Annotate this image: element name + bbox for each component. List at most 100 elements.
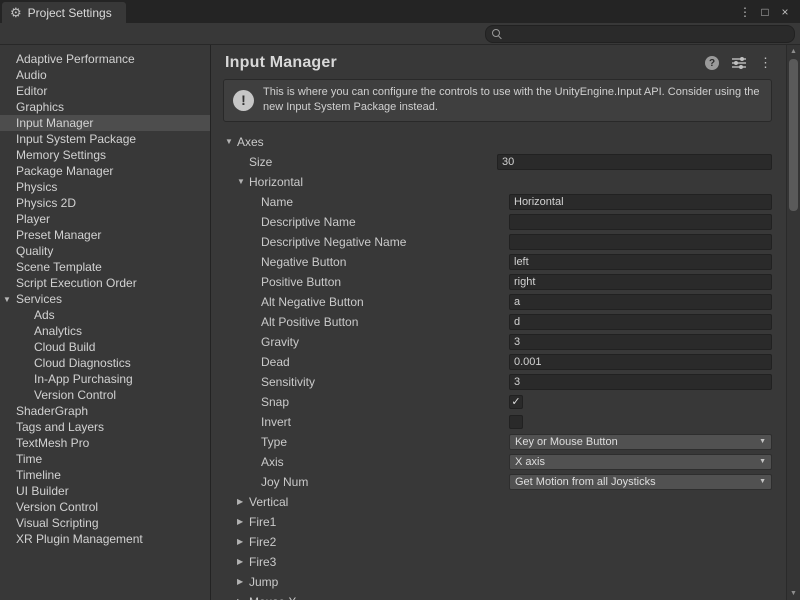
- sidebar-item-visual-scripting[interactable]: Visual Scripting: [0, 515, 210, 531]
- sidebar-item-textmesh-pro[interactable]: TextMesh Pro: [0, 435, 210, 451]
- sensitivity-input[interactable]: [509, 374, 772, 390]
- sidebar-item-xr-plugin-management[interactable]: XR Plugin Management: [0, 531, 210, 547]
- scroll-down-icon[interactable]: ▼: [787, 587, 800, 600]
- foldout-collapsed-icon[interactable]: ▶: [237, 537, 249, 546]
- field-label: Descriptive Name: [261, 215, 356, 229]
- joy-num-dropdown[interactable]: Get Motion from all Joysticks▼: [509, 474, 772, 490]
- sidebar-item-scene-template[interactable]: Scene Template: [0, 259, 210, 275]
- sidebar-item-cloud-diagnostics[interactable]: Cloud Diagnostics: [0, 355, 210, 371]
- sidebar-item-ads[interactable]: Ads: [0, 307, 210, 323]
- presets-icon[interactable]: [732, 57, 746, 69]
- sidebar-item-quality[interactable]: Quality: [0, 243, 210, 259]
- inspector-row-mouse-x: ▶Mouse X: [223, 592, 772, 600]
- type-dropdown[interactable]: Key or Mouse Button▼: [509, 434, 772, 450]
- foldout-collapsed-icon[interactable]: ▶: [237, 557, 249, 566]
- sidebar-item-label: Editor: [16, 84, 47, 98]
- sidebar-item-ui-builder[interactable]: UI Builder: [0, 483, 210, 499]
- sidebar-item-graphics[interactable]: Graphics: [0, 99, 210, 115]
- invert-checkbox[interactable]: [509, 415, 523, 429]
- sidebar-item-services[interactable]: ▼Services: [0, 291, 210, 307]
- field-label: Fire3: [249, 555, 276, 569]
- foldout-expanded-icon[interactable]: ▼: [3, 295, 11, 304]
- inspector-row-axes: ▼Axes: [223, 132, 772, 152]
- sidebar-item-physics[interactable]: Physics: [0, 179, 210, 195]
- sidebar-item-editor[interactable]: Editor: [0, 83, 210, 99]
- search-box[interactable]: [485, 25, 795, 43]
- descriptive-name-input[interactable]: [509, 214, 772, 230]
- sidebar-item-preset-manager[interactable]: Preset Manager: [0, 227, 210, 243]
- inspector-row-axis: AxisX axis▼: [223, 452, 772, 472]
- inspector-row-fire1: ▶Fire1: [223, 512, 772, 532]
- gravity-input[interactable]: [509, 334, 772, 350]
- positive-button-input[interactable]: [509, 274, 772, 290]
- sidebar-item-timeline[interactable]: Timeline: [0, 467, 210, 483]
- window-menu-icon[interactable]: ⋮: [736, 5, 754, 19]
- field-label: Joy Num: [261, 475, 308, 489]
- sidebar-item-cloud-build[interactable]: Cloud Build: [0, 339, 210, 355]
- sidebar-item-label: Version Control: [16, 500, 98, 514]
- field-label: Horizontal: [249, 175, 303, 189]
- search-input[interactable]: [508, 27, 788, 41]
- negative-button-input[interactable]: [509, 254, 772, 270]
- sidebar-item-input-manager[interactable]: Input Manager: [0, 115, 210, 131]
- help-icon[interactable]: ?: [705, 56, 719, 70]
- sidebar-item-label: Time: [16, 452, 42, 466]
- titlebar: ⚙ Project Settings ⋮ □ ×: [0, 0, 800, 23]
- sidebar-item-label: Input Manager: [16, 116, 93, 130]
- close-icon[interactable]: ×: [776, 5, 794, 19]
- sidebar-item-input-system-package[interactable]: Input System Package: [0, 131, 210, 147]
- sidebar-item-version-control[interactable]: Version Control: [0, 387, 210, 403]
- foldout-collapsed-icon[interactable]: ▶: [237, 517, 249, 526]
- vertical-scrollbar[interactable]: ▲ ▼: [786, 45, 800, 600]
- sidebar-item-label: Quality: [16, 244, 53, 258]
- sidebar-item-label: UI Builder: [16, 484, 69, 498]
- context-menu-icon[interactable]: ⋮: [759, 55, 772, 71]
- snap-checkbox[interactable]: ✓: [509, 395, 523, 409]
- axis-dropdown[interactable]: X axis▼: [509, 454, 772, 470]
- descriptive-negative-name-input[interactable]: [509, 234, 772, 250]
- sidebar-item-tags-and-layers[interactable]: Tags and Layers: [0, 419, 210, 435]
- sidebar-item-label: Preset Manager: [16, 228, 101, 242]
- sidebar-item-label: Physics: [16, 180, 57, 194]
- sidebar-item-label: Script Execution Order: [16, 276, 137, 290]
- alt-negative-button-input[interactable]: [509, 294, 772, 310]
- dropdown-selected-value: Key or Mouse Button: [515, 436, 618, 448]
- sidebar-item-label: Ads: [34, 308, 55, 322]
- sidebar-item-shadergraph[interactable]: ShaderGraph: [0, 403, 210, 419]
- scrollbar-track[interactable]: [787, 58, 800, 587]
- sidebar-item-memory-settings[interactable]: Memory Settings: [0, 147, 210, 163]
- sidebar-item-time[interactable]: Time: [0, 451, 210, 467]
- sidebar-item-analytics[interactable]: Analytics: [0, 323, 210, 339]
- size-input[interactable]: [497, 154, 772, 170]
- sidebar-item-label: Graphics: [16, 100, 64, 114]
- scroll-up-icon[interactable]: ▲: [787, 45, 800, 58]
- foldout-collapsed-icon[interactable]: ▶: [237, 497, 249, 506]
- tab-project-settings[interactable]: ⚙ Project Settings: [2, 2, 126, 23]
- sidebar-item-script-execution-order[interactable]: Script Execution Order: [0, 275, 210, 291]
- dead-input[interactable]: [509, 354, 772, 370]
- sidebar-item-adaptive-performance[interactable]: Adaptive Performance: [0, 51, 210, 67]
- scrollbar-thumb[interactable]: [789, 59, 798, 211]
- sidebar-item-audio[interactable]: Audio: [0, 67, 210, 83]
- field-label: Axes: [237, 135, 264, 149]
- sidebar-item-physics-2d[interactable]: Physics 2D: [0, 195, 210, 211]
- sidebar-item-package-manager[interactable]: Package Manager: [0, 163, 210, 179]
- window-body: Adaptive PerformanceAudioEditor Graphics I…: [0, 45, 800, 600]
- axes-property-list: ▼AxesSize▼HorizontalNameDescriptive Name…: [223, 132, 786, 600]
- sidebar-item-version-control[interactable]: Version Control: [0, 499, 210, 515]
- name-input[interactable]: [509, 194, 772, 210]
- page-title: Input Manager: [225, 54, 337, 72]
- foldout-expanded-icon[interactable]: ▼: [237, 177, 249, 186]
- panel-header: Input Manager ? ⋮: [223, 45, 786, 77]
- field-label: Size: [249, 155, 272, 169]
- foldout-expanded-icon[interactable]: ▼: [225, 137, 237, 146]
- alt-positive-button-input[interactable]: [509, 314, 772, 330]
- sidebar-item-in-app-purchasing[interactable]: In-App Purchasing: [0, 371, 210, 387]
- sidebar-item-label: Input System Package: [16, 132, 136, 146]
- foldout-collapsed-icon[interactable]: ▶: [237, 577, 249, 586]
- settings-category-list: Adaptive PerformanceAudioEditor Graphics I…: [0, 45, 211, 600]
- sidebar-item-player[interactable]: Player: [0, 211, 210, 227]
- inspector-row-name: Name: [223, 192, 772, 212]
- field-label: Vertical: [249, 495, 288, 509]
- maximize-icon[interactable]: □: [756, 5, 774, 19]
